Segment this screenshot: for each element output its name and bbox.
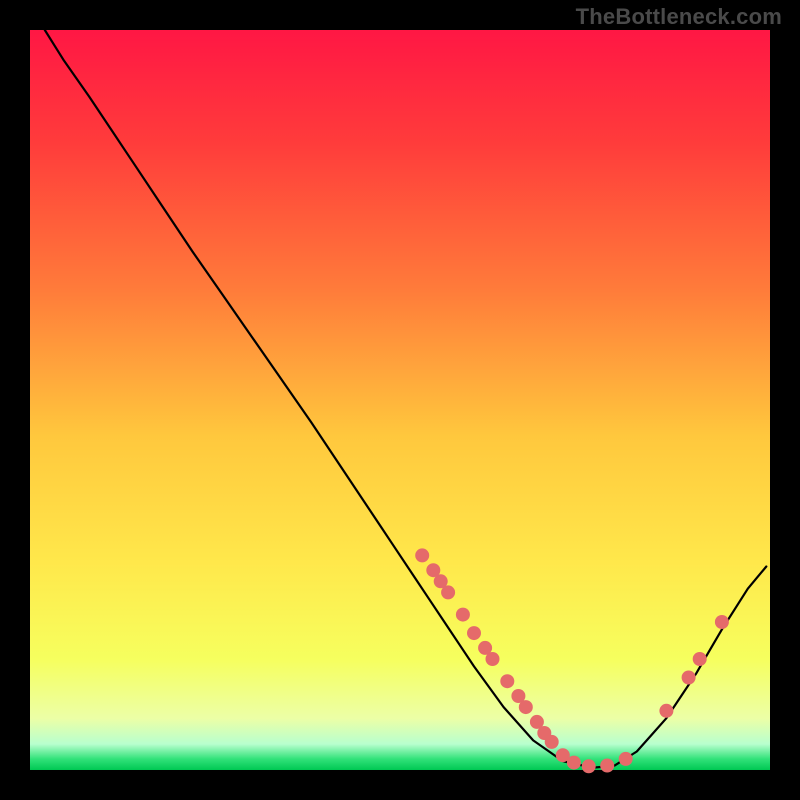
data-marker	[441, 585, 455, 599]
chart-frame: TheBottleneck.com	[0, 0, 800, 800]
data-marker	[500, 674, 514, 688]
data-marker	[619, 752, 633, 766]
data-marker	[693, 652, 707, 666]
data-marker	[582, 759, 596, 773]
data-marker	[715, 615, 729, 629]
data-marker	[545, 735, 559, 749]
plot-background	[30, 30, 770, 770]
bottleneck-chart	[0, 0, 800, 800]
data-marker	[519, 700, 533, 714]
watermark-text: TheBottleneck.com	[576, 4, 782, 30]
data-marker	[415, 548, 429, 562]
data-marker	[682, 671, 696, 685]
data-marker	[467, 626, 481, 640]
data-marker	[659, 704, 673, 718]
data-marker	[486, 652, 500, 666]
data-marker	[567, 756, 581, 770]
data-marker	[600, 759, 614, 773]
data-marker	[456, 608, 470, 622]
